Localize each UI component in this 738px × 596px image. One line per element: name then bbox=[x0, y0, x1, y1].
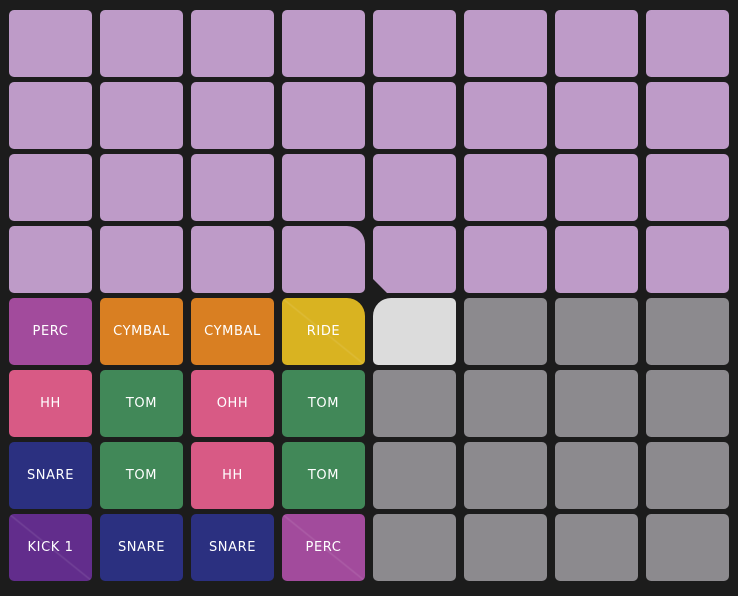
pad-r5c8[interactable] bbox=[646, 298, 729, 365]
pad-r4c2[interactable] bbox=[100, 226, 183, 293]
pad-r8c2[interactable]: SNARE bbox=[100, 514, 183, 581]
pad-r1c3[interactable] bbox=[191, 10, 274, 77]
pad-r6c3[interactable]: OHH bbox=[191, 370, 274, 437]
pad-r4c1[interactable] bbox=[9, 226, 92, 293]
pad-r4c3[interactable] bbox=[191, 226, 274, 293]
pad-label: KICK 1 bbox=[27, 540, 74, 555]
pad-r7c2[interactable]: TOM bbox=[100, 442, 183, 509]
pad-label: HH bbox=[40, 396, 61, 411]
pad-r3c6[interactable] bbox=[464, 154, 547, 221]
pad-label: TOM bbox=[125, 468, 158, 483]
drum-pad-grid: PERC CYMBAL CYMBAL RIDE HH TOM OHH TOM SNARE TOM H… bbox=[0, 0, 738, 596]
pad-r3c2[interactable] bbox=[100, 154, 183, 221]
pad-r2c3[interactable] bbox=[191, 82, 274, 149]
pad-r2c2[interactable] bbox=[100, 82, 183, 149]
pad-r8c7[interactable] bbox=[555, 514, 638, 581]
pad-r5c6[interactable] bbox=[464, 298, 547, 365]
pad-label: SNARE bbox=[208, 540, 257, 555]
pad-label: OHH bbox=[216, 396, 249, 411]
pad-r4c7[interactable] bbox=[555, 226, 638, 293]
pad-r6c5[interactable] bbox=[373, 370, 456, 437]
pad-r3c3[interactable] bbox=[191, 154, 274, 221]
pad-label: RIDE bbox=[306, 324, 341, 339]
pad-label: SNARE bbox=[117, 540, 166, 555]
pad-r1c1[interactable] bbox=[9, 10, 92, 77]
pad-label: TOM bbox=[307, 468, 340, 483]
pad-r3c1[interactable] bbox=[9, 154, 92, 221]
pad-r6c4[interactable]: TOM bbox=[282, 370, 365, 437]
pad-r2c6[interactable] bbox=[464, 82, 547, 149]
pad-label: PERC bbox=[305, 540, 342, 555]
pad-label: PERC bbox=[32, 324, 69, 339]
pad-r6c2[interactable]: TOM bbox=[100, 370, 183, 437]
pad-r2c8[interactable] bbox=[646, 82, 729, 149]
pad-r1c8[interactable] bbox=[646, 10, 729, 77]
pad-r4c5[interactable] bbox=[373, 226, 456, 293]
pad-r5c3[interactable]: CYMBAL bbox=[191, 298, 274, 365]
pad-label: TOM bbox=[125, 396, 158, 411]
pad-r7c4[interactable]: TOM bbox=[282, 442, 365, 509]
pad-r7c8[interactable] bbox=[646, 442, 729, 509]
pad-r1c6[interactable] bbox=[464, 10, 547, 77]
pad-label: CYMBAL bbox=[204, 324, 261, 339]
pad-label: SNARE bbox=[26, 468, 75, 483]
pad-r7c6[interactable] bbox=[464, 442, 547, 509]
pad-r7c1[interactable]: SNARE bbox=[9, 442, 92, 509]
pad-label: HH bbox=[222, 468, 243, 483]
pad-r7c7[interactable] bbox=[555, 442, 638, 509]
pad-r8c6[interactable] bbox=[464, 514, 547, 581]
pad-r5c1[interactable]: PERC bbox=[9, 298, 92, 365]
pad-r2c4[interactable] bbox=[282, 82, 365, 149]
pad-r6c6[interactable] bbox=[464, 370, 547, 437]
pad-r6c1[interactable]: HH bbox=[9, 370, 92, 437]
pad-r1c4[interactable] bbox=[282, 10, 365, 77]
pad-r5c4[interactable]: RIDE bbox=[282, 298, 365, 365]
pad-r5c7[interactable] bbox=[555, 298, 638, 365]
pad-r1c7[interactable] bbox=[555, 10, 638, 77]
pad-r4c6[interactable] bbox=[464, 226, 547, 293]
pad-r3c8[interactable] bbox=[646, 154, 729, 221]
pad-r1c5[interactable] bbox=[373, 10, 456, 77]
pad-r3c5[interactable] bbox=[373, 154, 456, 221]
pad-r4c8[interactable] bbox=[646, 226, 729, 293]
pad-r8c3[interactable]: SNARE bbox=[191, 514, 274, 581]
pad-r5c2[interactable]: CYMBAL bbox=[100, 298, 183, 365]
pad-r8c1[interactable]: KICK 1 bbox=[9, 514, 92, 581]
pad-r5c5[interactable] bbox=[373, 298, 456, 365]
pad-r8c5[interactable] bbox=[373, 514, 456, 581]
pad-r3c7[interactable] bbox=[555, 154, 638, 221]
pad-r3c4[interactable] bbox=[282, 154, 365, 221]
pad-r8c4[interactable]: PERC bbox=[282, 514, 365, 581]
pad-label: CYMBAL bbox=[113, 324, 170, 339]
pad-r7c5[interactable] bbox=[373, 442, 456, 509]
pad-r2c7[interactable] bbox=[555, 82, 638, 149]
pad-r1c2[interactable] bbox=[100, 10, 183, 77]
pad-label: TOM bbox=[307, 396, 340, 411]
pad-r8c8[interactable] bbox=[646, 514, 729, 581]
pad-r2c5[interactable] bbox=[373, 82, 456, 149]
pad-r7c3[interactable]: HH bbox=[191, 442, 274, 509]
pad-r2c1[interactable] bbox=[9, 82, 92, 149]
pad-r6c7[interactable] bbox=[555, 370, 638, 437]
pad-r4c4[interactable] bbox=[282, 226, 365, 293]
pad-r6c8[interactable] bbox=[646, 370, 729, 437]
